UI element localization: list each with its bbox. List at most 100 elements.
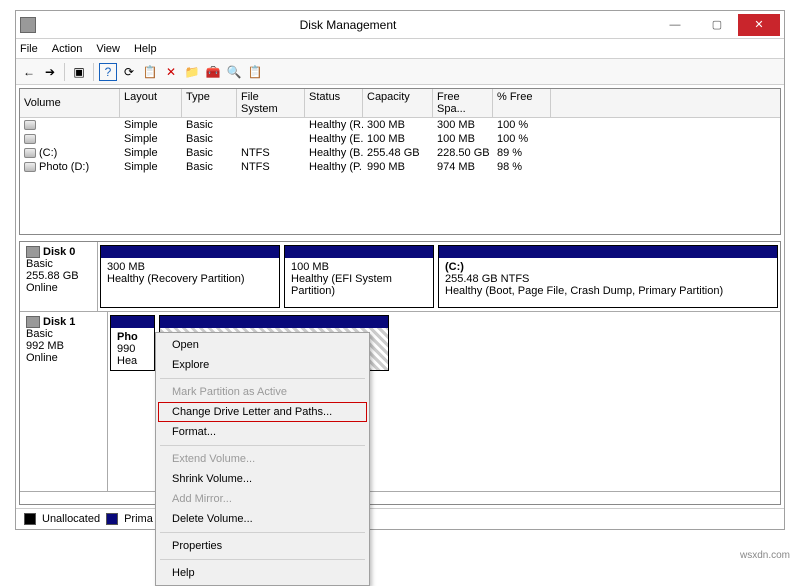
partition-header: [439, 246, 777, 258]
vol-status: Healthy (R...: [305, 118, 363, 132]
partition[interactable]: 300 MBHealthy (Recovery Partition): [100, 245, 280, 308]
partition[interactable]: (C:)255.48 GB NTFSHealthy (Boot, Page Fi…: [438, 245, 778, 308]
menu-separator: [160, 532, 365, 533]
menu-item-mark-partition-as-active: Mark Partition as Active: [158, 382, 367, 402]
window-controls: — ▢ ✕: [654, 14, 780, 36]
vol-layout: Simple: [120, 118, 182, 132]
table-header: Volume Layout Type File System Status Ca…: [20, 89, 780, 118]
separator: [64, 63, 65, 81]
col-layout[interactable]: Layout: [120, 89, 182, 117]
vol-cap: 990 MB: [363, 160, 433, 174]
disk-icon: [24, 120, 36, 130]
vol-pfree: 100 %: [493, 132, 551, 146]
legend-primary: Prima: [124, 513, 153, 525]
menu-separator: [160, 559, 365, 560]
vol-type: Basic: [182, 160, 237, 174]
toolbar: ← ➔ ▣ ? ⟳ 📋 ✕ 📁 🧰 🔍 📋: [16, 59, 784, 85]
col-type[interactable]: Type: [182, 89, 237, 117]
vol-cap: 100 MB: [363, 132, 433, 146]
tool-btn-cancel[interactable]: ✕: [162, 63, 180, 81]
legend: Unallocated Prima: [16, 508, 784, 529]
vol-free: 300 MB: [433, 118, 493, 132]
app-window: Disk Management — ▢ ✕ File Action View H…: [15, 10, 785, 530]
disk-icon: [24, 134, 36, 144]
menu-view[interactable]: View: [96, 43, 120, 55]
window-title: Disk Management: [42, 18, 654, 32]
volumes-table: Volume Layout Type File System Status Ca…: [19, 88, 781, 235]
menu-item-format[interactable]: Format...: [158, 422, 367, 442]
col-free[interactable]: Free Spa...: [433, 89, 493, 117]
menu-action[interactable]: Action: [52, 43, 83, 55]
table-row[interactable]: SimpleBasicHealthy (R...300 MB300 MB100 …: [20, 118, 780, 132]
help-button[interactable]: ?: [99, 63, 117, 81]
vol-name: (C:): [39, 147, 57, 159]
partition[interactable]: 100 MBHealthy (EFI System Partition): [284, 245, 434, 308]
vol-status: Healthy (E...: [305, 132, 363, 146]
tool-btn-4[interactable]: 🧰: [204, 63, 222, 81]
vol-fs: NTFS: [237, 146, 305, 160]
menu-item-delete-volume[interactable]: Delete Volume...: [158, 509, 367, 529]
menu-item-shrink-volume[interactable]: Shrink Volume...: [158, 469, 367, 489]
vol-layout: Simple: [120, 146, 182, 160]
disk-icon: [26, 316, 40, 328]
menu-item-extend-volume: Extend Volume...: [158, 449, 367, 469]
vol-fs: NTFS: [237, 160, 305, 174]
back-button[interactable]: ←: [20, 63, 38, 81]
partition-content: 300 MBHealthy (Recovery Partition): [101, 258, 279, 307]
tool-btn-6[interactable]: 📋: [246, 63, 264, 81]
table-row[interactable]: SimpleBasicHealthy (E...100 MB100 MB100 …: [20, 132, 780, 146]
col-fs[interactable]: File System: [237, 89, 305, 117]
legend-swatch-unallocated: [24, 513, 36, 525]
vol-pfree: 89 %: [493, 146, 551, 160]
vol-fs: [237, 132, 305, 146]
tool-btn-2[interactable]: 📋: [141, 63, 159, 81]
vol-fs: [237, 118, 305, 132]
col-volume[interactable]: Volume: [20, 89, 120, 117]
tool-btn-3[interactable]: 📁: [183, 63, 201, 81]
menu-item-open[interactable]: Open: [158, 335, 367, 355]
partition[interactable]: Pho990Hea: [110, 315, 155, 371]
vol-free: 228.50 GB: [433, 146, 493, 160]
partition-header: [111, 316, 154, 328]
table-row[interactable]: Photo (D:) SimpleBasicNTFSHealthy (P...99…: [20, 160, 780, 174]
maximize-button[interactable]: ▢: [696, 14, 738, 36]
col-status[interactable]: Status: [305, 89, 363, 117]
disk-graphic-pane: Disk 0Basic255.88 GBOnline300 MBHealthy …: [19, 241, 781, 505]
disk-row: Disk 0Basic255.88 GBOnline300 MBHealthy …: [20, 242, 780, 312]
table-body: SimpleBasicHealthy (R...300 MB300 MB100 …: [20, 118, 780, 234]
menu-item-explore[interactable]: Explore: [158, 355, 367, 375]
menu-file[interactable]: File: [20, 43, 38, 55]
col-capacity[interactable]: Capacity: [363, 89, 433, 117]
vol-free: 100 MB: [433, 132, 493, 146]
legend-unallocated: Unallocated: [42, 513, 100, 525]
vol-layout: Simple: [120, 132, 182, 146]
close-button[interactable]: ✕: [738, 14, 780, 36]
partition-content: (C:)255.48 GB NTFSHealthy (Boot, Page Fi…: [439, 258, 777, 307]
forward-button[interactable]: ➔: [41, 63, 59, 81]
vol-pfree: 100 %: [493, 118, 551, 132]
vol-layout: Simple: [120, 160, 182, 174]
app-icon: [20, 17, 36, 33]
col-pfree[interactable]: % Free: [493, 89, 551, 117]
vol-cap: 300 MB: [363, 118, 433, 132]
table-row[interactable]: (C:)SimpleBasicNTFSHealthy (B...255.48 G…: [20, 146, 780, 160]
menu-item-change-drive-letter-and-paths[interactable]: Change Drive Letter and Paths...: [158, 402, 367, 422]
tool-btn-5[interactable]: 🔍: [225, 63, 243, 81]
menu-separator: [160, 445, 365, 446]
vol-name: Photo (D:): [39, 161, 89, 173]
vol-status: Healthy (P...: [305, 160, 363, 174]
minimize-button[interactable]: —: [654, 14, 696, 36]
view-button[interactable]: ▣: [70, 63, 88, 81]
disk-icon: [24, 162, 36, 172]
menu-item-properties[interactable]: Properties: [158, 536, 367, 556]
menu-item-help[interactable]: Help: [158, 563, 367, 583]
tool-btn-1[interactable]: ⟳: [120, 63, 138, 81]
disk-info[interactable]: Disk 0Basic255.88 GBOnline: [20, 242, 98, 311]
vol-type: Basic: [182, 146, 237, 160]
disk-icon: [24, 148, 36, 158]
menu-help[interactable]: Help: [134, 43, 157, 55]
disk-info[interactable]: Disk 1Basic992 MBOnline: [20, 312, 108, 491]
partition-content: 100 MBHealthy (EFI System Partition): [285, 258, 433, 307]
vol-cap: 255.48 GB: [363, 146, 433, 160]
vol-type: Basic: [182, 132, 237, 146]
